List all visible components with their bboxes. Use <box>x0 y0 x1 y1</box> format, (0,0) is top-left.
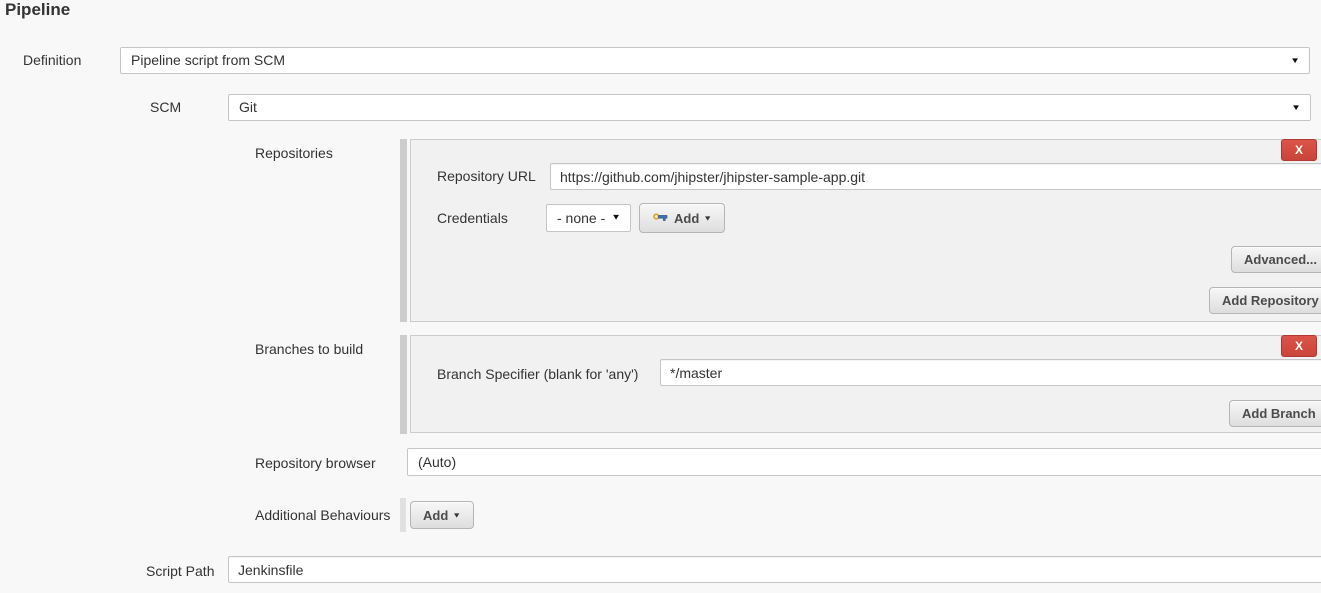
add-credentials-label: Add <box>674 211 699 226</box>
branch-drag-handle[interactable] <box>400 335 407 434</box>
add-credentials-button[interactable]: Add ▼ <box>639 203 725 233</box>
additional-behaviours-label: Additional Behaviours <box>255 507 390 523</box>
repository-browser-label: Repository browser <box>255 455 376 471</box>
add-behaviour-label: Add <box>423 508 448 523</box>
repository-browser-select[interactable]: (Auto) <box>407 448 1321 476</box>
scm-label: SCM <box>150 99 181 115</box>
chevron-down-icon: ▼ <box>1291 98 1301 118</box>
add-branch-button[interactable]: Add Branch <box>1229 400 1321 427</box>
advanced-button[interactable]: Advanced... <box>1231 246 1321 273</box>
delete-branch-button[interactable]: X <box>1281 335 1317 357</box>
add-repository-button[interactable]: Add Repository <box>1209 287 1321 314</box>
credentials-label: Credentials <box>437 210 508 226</box>
page-title: Pipeline <box>5 0 70 20</box>
repository-url-label: Repository URL <box>437 168 536 184</box>
branch-specifier-input[interactable] <box>660 359 1321 386</box>
key-icon <box>652 211 668 225</box>
repository-drag-handle[interactable] <box>400 139 407 322</box>
repository-browser-value: (Auto) <box>418 454 456 470</box>
definition-label: Definition <box>23 52 81 68</box>
add-branch-label: Add Branch <box>1242 406 1316 421</box>
credentials-select-value: - none - <box>557 210 605 226</box>
chevron-down-icon: ▼ <box>452 511 461 519</box>
repository-url-input[interactable] <box>550 163 1321 190</box>
advanced-button-label: Advanced... <box>1244 252 1317 267</box>
scm-select-value: Git <box>239 99 257 115</box>
definition-select-value: Pipeline script from SCM <box>131 52 285 68</box>
branches-to-build-label: Branches to build <box>255 341 363 357</box>
behaviours-repeat-bar <box>400 498 406 532</box>
script-path-label: Script Path <box>146 563 214 579</box>
chevron-down-icon: ▼ <box>611 208 621 229</box>
script-path-input[interactable] <box>228 556 1321 583</box>
branch-specifier-label: Branch Specifier (blank for 'any') <box>437 366 638 382</box>
pipeline-config-page: Pipeline Definition Pipeline script from… <box>0 0 1321 593</box>
scm-select[interactable]: Git ▼ <box>228 94 1311 121</box>
add-repository-label: Add Repository <box>1222 293 1319 308</box>
repositories-label: Repositories <box>255 145 333 161</box>
chevron-down-icon: ▼ <box>1290 51 1300 71</box>
definition-select[interactable]: Pipeline script from SCM ▼ <box>120 47 1310 74</box>
add-behaviour-button[interactable]: Add ▼ <box>410 501 474 529</box>
chevron-down-icon: ▼ <box>703 214 712 222</box>
credentials-select[interactable]: - none - ▼ <box>546 204 631 232</box>
delete-repository-button[interactable]: X <box>1281 139 1317 161</box>
